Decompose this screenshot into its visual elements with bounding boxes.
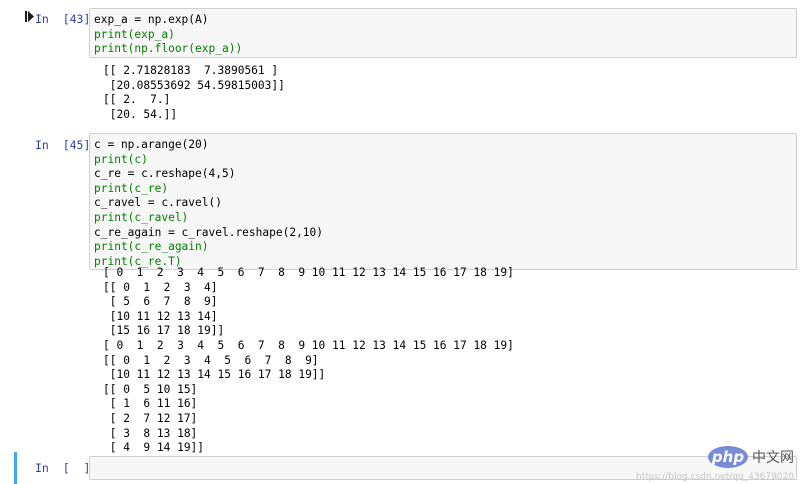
code-input[interactable]: exp_a = np.exp(A) print(exp_a) print(np.…: [89, 8, 797, 58]
notebook-cell[interactable]: In [45]: c = np.arange(20) print(c) c_re…: [0, 130, 800, 454]
watermark-url: https://blog.csdn.net/qq_43679020: [635, 472, 794, 482]
run-cell-icon[interactable]: [25, 11, 34, 22]
code-line: c_re_again = c_ravel.reshape(2,10): [94, 225, 324, 239]
watermark-site: 中文网: [752, 450, 794, 466]
cell-prompt: In [45]:: [35, 138, 98, 152]
cell-prompt: In [43]:: [35, 12, 98, 26]
code-area[interactable]: c = np.arange(20) print(c) c_re = c.resh…: [94, 138, 323, 269]
code-line: print(c_ravel): [94, 210, 189, 224]
notebook-cell[interactable]: In [43]: exp_a = np.exp(A) print(exp_a) …: [0, 0, 800, 130]
code-line: c = np.arange(20): [94, 138, 209, 151]
code-line: print(c_re): [94, 181, 169, 195]
code-line: print(c_re_again): [94, 240, 209, 254]
watermark: php 中文网: [708, 446, 794, 468]
code-line: print(c): [94, 152, 148, 166]
code-line: print(exp_a): [94, 27, 175, 41]
code-line: c_re = c.reshape(4,5): [94, 167, 236, 181]
code-line: c_ravel = c.ravel(): [94, 196, 222, 210]
cell-prompt: In [ ]:: [35, 461, 98, 475]
cell-output: [[ 2.71828183 7.3890561 ] [20.08553692 5…: [103, 64, 285, 121]
code-line: exp_a = np.exp(A): [94, 13, 209, 26]
selected-cell-indicator: [14, 452, 17, 484]
code-input[interactable]: c = np.arange(20) print(c) c_re = c.resh…: [89, 133, 797, 270]
code-area[interactable]: exp_a = np.exp(A) print(exp_a) print(np.…: [94, 13, 242, 57]
code-line: print(np.floor(exp_a)): [94, 42, 243, 56]
php-logo: php: [708, 446, 748, 468]
cell-output: [ 0 1 2 3 4 5 6 7 8 9 10 11 12 13 14 15 …: [103, 266, 514, 455]
